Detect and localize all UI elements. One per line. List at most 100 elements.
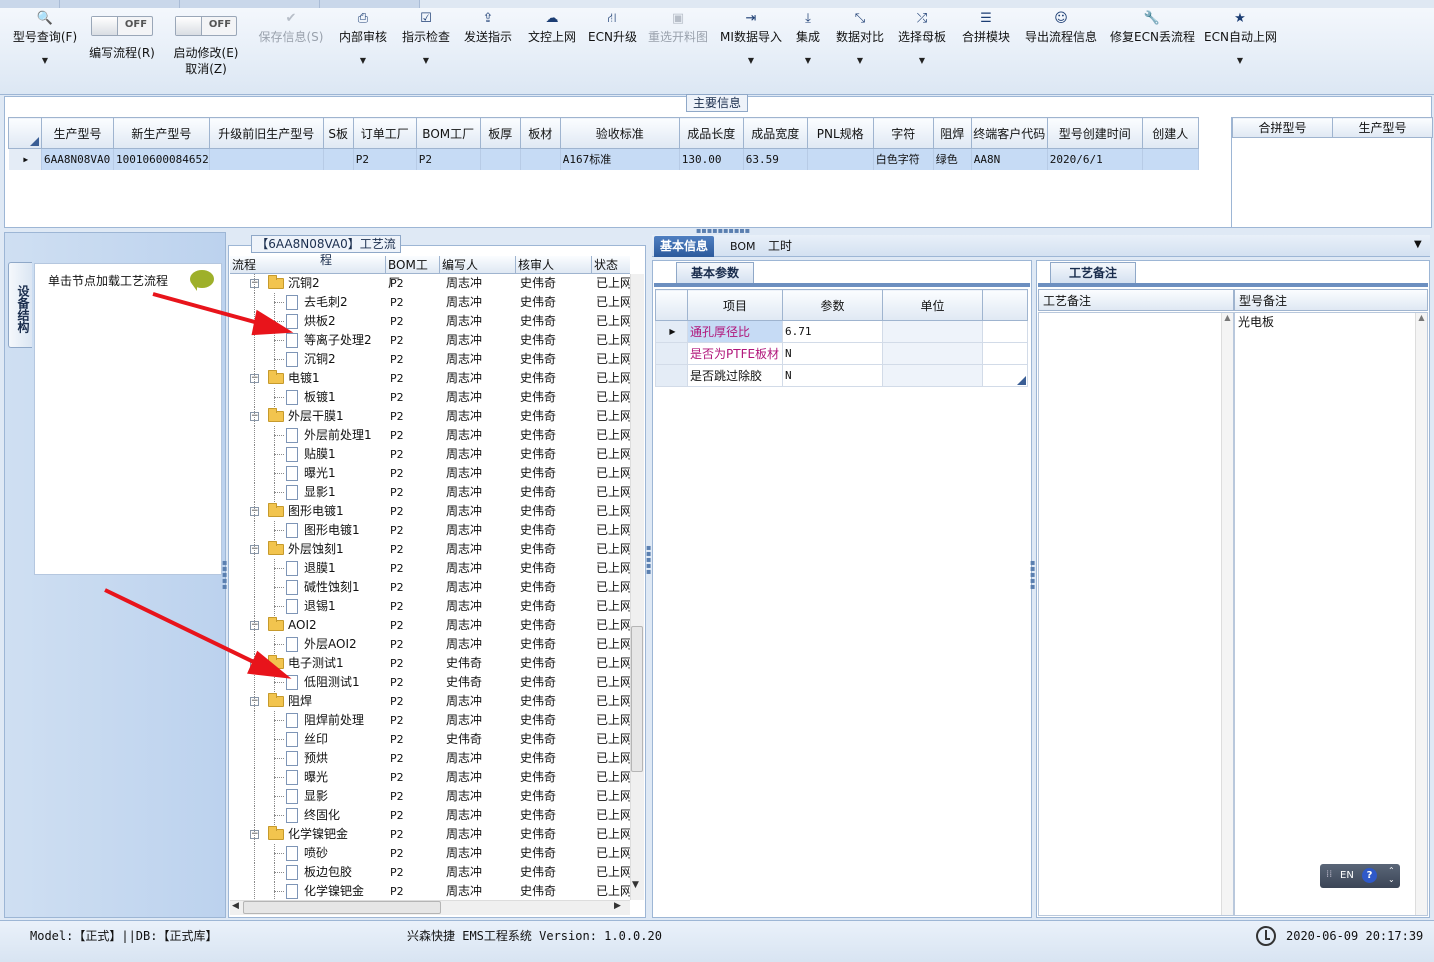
scroll-down-arrow-icon[interactable]: ▼ — [632, 880, 639, 890]
toolbar-button-8[interactable]: ⛙ ECN升级 — [588, 10, 637, 90]
toolbar-button-2[interactable]: OFF 启动修改(E) 取消(Z) — [170, 10, 242, 90]
main-cell[interactable]: 2020/6/1 — [1047, 148, 1143, 170]
main-col-header[interactable]: 新生产型号 — [113, 117, 210, 149]
toolbar-button-7[interactable]: ☁ 文控上网 — [526, 10, 578, 90]
main-col-header[interactable]: 阻焊 — [932, 117, 972, 149]
toolbar-button-12[interactable]: ⤡ 数据对比 ▼ — [834, 10, 886, 90]
toolbar-button-6[interactable]: ⇪ 发送指示 — [462, 10, 514, 90]
tree-node-row[interactable]: − 沉铜2 P2 周志冲 史伟奇 已上网 — [230, 274, 630, 293]
tree-node-row[interactable]: 等离子处理2 P2 周志冲 史伟奇 已上网 — [230, 331, 630, 350]
tree-node-row[interactable]: 预烘 P2 周志冲 史伟奇 已上网 — [230, 749, 630, 768]
toolbar-button-1[interactable]: OFF 编写流程(R) — [86, 10, 158, 90]
main-cell[interactable] — [1142, 148, 1199, 170]
chevron-down-icon[interactable]: ▼ — [896, 56, 948, 65]
vertical-scrollbar[interactable] — [630, 274, 644, 900]
toolbar-button-17[interactable]: ★ ECN自动上网 ▼ — [1204, 10, 1277, 90]
toolbar-button-11[interactable]: ⤓ 集成 ▼ — [794, 10, 822, 90]
splitter-grip-vertical[interactable]: ▪ ▪ ▪ ▪ ▪ — [646, 544, 652, 576]
chevron-down-icon[interactable]: ▼ — [400, 56, 452, 65]
param-value[interactable]: N — [782, 364, 883, 387]
main-col-header[interactable]: PNL规格 — [806, 117, 874, 149]
tree-node-row[interactable]: 图形电镀1 P2 周志冲 史伟奇 已上网 — [230, 521, 630, 540]
toolbar-button-9[interactable]: ▣ 重选开料图 — [646, 10, 710, 90]
param-unit[interactable] — [882, 320, 983, 343]
scroll-right-arrow-icon[interactable]: ▶ — [614, 901, 621, 911]
main-cell[interactable]: 10010600084652 — [113, 148, 210, 170]
main-cell[interactable] — [323, 148, 354, 170]
tree-node-row[interactable]: 曝光 P2 周志冲 史伟奇 已上网 — [230, 768, 630, 787]
toggle-switch[interactable]: OFF — [175, 16, 237, 36]
vertical-scroll-thumb[interactable] — [631, 626, 643, 772]
chevron-down-icon[interactable]: ▼ — [338, 56, 388, 65]
main-cell[interactable]: 63.59 — [743, 148, 808, 170]
main-cell[interactable]: P2 — [416, 148, 481, 170]
tree-node-row[interactable]: 喷砂 P2 周志冲 史伟奇 已上网 — [230, 844, 630, 863]
chevron-down-icon[interactable]: ▼ — [794, 56, 822, 65]
tree-node-row[interactable]: − 图形电镀1 P2 周志冲 史伟奇 已上网 — [230, 502, 630, 521]
tree-node-row[interactable]: − 电子测试1 P2 史伟奇 史伟奇 已上网 — [230, 654, 630, 673]
param-item[interactable]: 通孔厚径比 — [687, 320, 783, 343]
main-col-header[interactable]: 型号创建时间 — [1046, 117, 1143, 149]
param-row[interactable]: 是否为PTFE板材 N — [655, 342, 1028, 365]
tree-node-row[interactable]: 外层AOI2 P2 周志冲 史伟奇 已上网 — [230, 635, 630, 654]
main-col-header[interactable]: 终端客户代码 — [970, 117, 1048, 149]
main-cell[interactable]: A167标准 — [560, 148, 680, 170]
toggle-switch[interactable]: OFF — [91, 16, 153, 36]
tree-node-row[interactable]: 板镀1 P2 周志冲 史伟奇 已上网 — [230, 388, 630, 407]
chevron-down-icon[interactable]: ▼ — [1204, 56, 1276, 65]
tab-bom[interactable]: BOM — [724, 236, 762, 257]
tree-node-row[interactable]: − 阻焊 P2 周志冲 史伟奇 已上网 — [230, 692, 630, 711]
tree-node-row[interactable]: 显影 P2 周志冲 史伟奇 已上网 — [230, 787, 630, 806]
col-header-unit[interactable]: 单位 — [882, 289, 983, 321]
remark-scrollbar[interactable]: ▲ — [1415, 313, 1427, 915]
merge-col-header[interactable]: 合拼型号 — [1232, 117, 1333, 138]
language-bar[interactable]: ⁞⁞ EN ? ⌃ ⌄ — [1320, 864, 1400, 888]
toolbar-button-10[interactable]: ⇥ MI数据导入 ▼ — [720, 10, 782, 90]
param-row[interactable]: 是否跳过除胶 N — [655, 364, 1028, 387]
tab-basic-info[interactable]: 基本信息 — [654, 236, 715, 257]
tree-node-row[interactable]: 退锡1 P2 周志冲 史伟奇 已上网 — [230, 597, 630, 616]
main-col-header[interactable]: 生产型号 — [41, 117, 114, 149]
tab-dropdown-icon[interactable]: ▼ — [1414, 239, 1422, 250]
main-cell[interactable]: 绿色 — [933, 148, 972, 170]
tree-node-row[interactable]: − 外层干膜1 P2 周志冲 史伟奇 已上网 — [230, 407, 630, 426]
param-item[interactable]: 是否跳过除胶 — [687, 364, 783, 387]
tree-node-row[interactable]: − 化学镍钯金 P2 周志冲 史伟奇 已上网 — [230, 825, 630, 844]
splitter-grip[interactable]: ▪▪▪▪▪▪▪▪▪▪ — [696, 226, 750, 235]
tree-node-row[interactable]: − 电镀1 P2 周志冲 史伟奇 已上网 — [230, 369, 630, 388]
main-cell[interactable] — [807, 148, 874, 170]
param-value[interactable]: 6.71 — [782, 320, 883, 343]
tree-node-row[interactable]: 碱性蚀刻1 P2 周志冲 史伟奇 已上网 — [230, 578, 630, 597]
tree-node-row[interactable]: 退膜1 P2 周志冲 史伟奇 已上网 — [230, 559, 630, 578]
col-header-bom-factory[interactable]: BOM工厂 — [386, 256, 440, 290]
language-indicator[interactable]: EN — [1340, 870, 1354, 881]
main-col-header[interactable]: S板 — [322, 117, 354, 149]
col-header-param[interactable]: 参数 — [782, 289, 883, 321]
param-unit[interactable] — [882, 342, 983, 365]
toolbar-button-15[interactable]: ☺ 导出流程信息 — [1022, 10, 1100, 90]
col-header-flow[interactable]: 流程 — [230, 256, 386, 274]
scroll-left-arrow-icon[interactable]: ◀ — [232, 901, 239, 911]
main-cell[interactable]: 6AA8N08VA0 — [41, 148, 114, 170]
toolbar-button-13[interactable]: ⤮ 选择母板 ▼ — [896, 10, 948, 90]
param-item[interactable]: 是否为PTFE板材 — [687, 342, 783, 365]
main-cell[interactable]: 白色字符 — [873, 148, 934, 170]
main-col-header[interactable]: 板厚 — [479, 117, 521, 149]
chevron-down-icon[interactable]: ▼ — [10, 56, 80, 65]
tree-node-row[interactable]: 外层前处理1 P2 周志冲 史伟奇 已上网 — [230, 426, 630, 445]
tab-work-hours[interactable]: 工时 — [762, 236, 798, 257]
main-info-row-selected[interactable]: ▶ 6AA8N08VA0 10010600084652 P2 P2 A167标准 130.0… — [8, 148, 1199, 170]
tree-node-row[interactable]: 阻焊前处理 P2 周志冲 史伟奇 已上网 — [230, 711, 630, 730]
tree-node-row[interactable]: 低阻测试1 P2 史伟奇 史伟奇 已上网 — [230, 673, 630, 692]
toolbar-button-5[interactable]: ☑ 指示检查 ▼ — [400, 10, 452, 90]
tree-node-row[interactable]: 显影1 P2 周志冲 史伟奇 已上网 — [230, 483, 630, 502]
col-header-item[interactable]: 项目 — [687, 289, 783, 321]
main-col-header[interactable]: 创建人 — [1141, 117, 1199, 149]
tab-basic-params[interactable]: 基本参数 — [676, 262, 754, 284]
main-cell[interactable]: AA8N — [971, 148, 1048, 170]
col-header-status[interactable]: 状态 — [592, 256, 630, 274]
main-cell[interactable] — [209, 148, 324, 170]
main-col-header[interactable]: 板材 — [519, 117, 561, 149]
main-col-header[interactable]: 验收标准 — [559, 117, 680, 149]
tree-node-row[interactable]: 贴膜1 P2 周志冲 史伟奇 已上网 — [230, 445, 630, 464]
